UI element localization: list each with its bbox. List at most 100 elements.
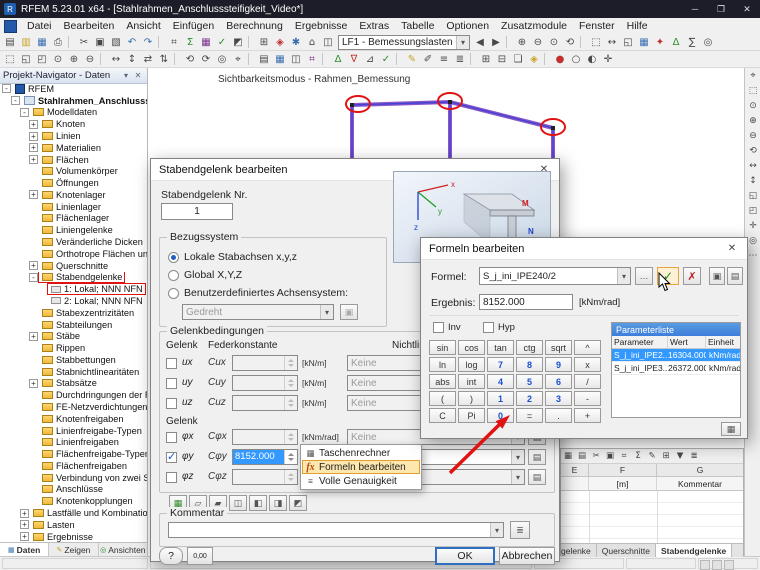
tree-item[interactable]: Verbindung von zwei Stäben — [0, 472, 147, 484]
units-settings-button[interactable]: 0,00 — [187, 547, 213, 565]
toolbar-icon[interactable]: ● — [552, 52, 568, 67]
calc-key[interactable]: cos — [458, 340, 485, 355]
toolbar-icon[interactable]: ❏ — [510, 52, 526, 67]
calc-key[interactable]: int — [458, 374, 485, 389]
tree-expander[interactable]: + — [20, 508, 29, 518]
tree-item[interactable]: FE-Netzverdichtungen — [0, 401, 147, 413]
parameter-row[interactable]: S_j_ini_IPE2... 16304.000 kNm/rad — [612, 349, 740, 362]
toolbar-icon[interactable]: ◩ — [230, 35, 246, 50]
cancel-button[interactable]: Abbrechen — [499, 547, 555, 565]
toolbar-icon[interactable]: ▦ — [561, 450, 575, 463]
calc-key[interactable]: - — [574, 391, 601, 406]
navigator-tab[interactable]: ✎ Zeigen — [49, 543, 99, 556]
tree-expander[interactable] — [29, 202, 38, 211]
tree-item[interactable]: Liniengelenke — [0, 224, 147, 236]
tree-expander[interactable] — [29, 438, 38, 447]
calc-key[interactable]: 1 — [487, 391, 514, 406]
toolbar-icon[interactable]: ▤ — [256, 52, 272, 67]
calc-key[interactable]: abs — [429, 374, 456, 389]
window-control-icon[interactable]: ❐ — [708, 0, 734, 18]
toolbar-icon[interactable]: ⊕ — [746, 113, 760, 128]
edit-parameters-button[interactable]: ▦ — [721, 422, 741, 436]
menu-item[interactable]: Bearbeiten — [58, 18, 121, 34]
tree-expander[interactable]: + — [29, 378, 38, 388]
toolbar-icon[interactable]: ▤ — [575, 450, 589, 463]
toolbar-icon[interactable]: ⊞ — [659, 450, 673, 463]
tree-expander[interactable] — [29, 391, 38, 400]
tree-item[interactable]: Linienfreigabe-Typen — [0, 425, 147, 437]
toolbar-icon[interactable] — [544, 53, 550, 65]
tree-item[interactable]: Flächenlager — [0, 213, 147, 225]
toolbar-icon[interactable]: ▣ — [603, 450, 617, 463]
toolbar-icon[interactable]: ↶ — [124, 35, 140, 50]
tree-expander[interactable]: + — [29, 331, 38, 341]
toolbar-icon[interactable]: ▥ — [18, 35, 34, 50]
comment-select[interactable] — [168, 522, 504, 538]
toolbar-icon[interactable]: ≣ — [687, 450, 701, 463]
toolbar-icon[interactable]: ▼ — [673, 450, 687, 463]
tree-item[interactable]: - Modelldaten — [0, 107, 147, 119]
calc-key[interactable]: 6 — [545, 374, 572, 389]
toolbar-icon[interactable]: ⎙ — [50, 35, 66, 50]
hyp-checkbox[interactable]: Hyp — [483, 322, 515, 333]
hinge-dof-checkbox[interactable] — [166, 398, 177, 409]
toolbar-icon[interactable] — [580, 36, 586, 48]
spring-constant-field[interactable]: 8152.000 — [232, 449, 298, 465]
spring-constant-field[interactable] — [232, 355, 298, 371]
toolbar-icon[interactable]: ⟲ — [182, 52, 198, 67]
toolbar-icon[interactable] — [322, 53, 328, 65]
comment-edit-button[interactable]: ≣ — [510, 521, 530, 539]
toolbar-icon[interactable]: ⌗ — [617, 450, 631, 463]
toolbar-icon[interactable]: ⌖ — [230, 52, 246, 67]
tree-expander[interactable] — [29, 450, 38, 459]
calc-key[interactable]: = — [516, 408, 543, 423]
toolbar-icon[interactable]: ⊟ — [494, 52, 510, 67]
toolbar-icon[interactable]: ⇅ — [156, 52, 172, 67]
toolbar-icon[interactable]: ⌂ — [304, 35, 320, 50]
calc-key[interactable]: Pi — [458, 408, 485, 423]
tree-item[interactable]: - RFEM — [0, 83, 147, 95]
toolbar-icon[interactable]: ⊙ — [50, 52, 66, 67]
tree-expander[interactable] — [29, 238, 38, 247]
tree-expander[interactable] — [29, 179, 38, 188]
toolbar-icon[interactable]: ⌖ — [746, 68, 760, 83]
menu-item[interactable]: Ansicht — [120, 18, 166, 34]
tree-item[interactable]: Durchdringungen der Flächen — [0, 389, 147, 401]
tree-expander[interactable] — [29, 344, 38, 353]
hinge-number-field[interactable]: 1 — [161, 203, 233, 220]
calc-key[interactable]: / — [574, 374, 601, 389]
toolbar-icon[interactable]: ⬚ — [2, 52, 18, 67]
toolbar-icon[interactable]: ↕ — [746, 173, 760, 188]
tree-expander[interactable] — [29, 308, 38, 317]
tree-item[interactable]: + Flächen — [0, 154, 147, 166]
hinge-dof-checkbox[interactable] — [166, 378, 177, 389]
menu-item[interactable]: Fenster — [573, 18, 621, 34]
tree-expander[interactable]: - — [2, 84, 11, 94]
calc-key[interactable]: 9 — [545, 357, 572, 372]
toolbar-icon[interactable]: ⊖ — [530, 35, 546, 50]
menu-item[interactable]: Optionen — [440, 18, 495, 34]
tree-expander[interactable] — [29, 426, 38, 435]
toolbar-icon[interactable] — [100, 53, 106, 65]
menu-item[interactable]: Hilfe — [621, 18, 654, 34]
parameter-row[interactable]: S_j_ini_IPE3... 26372.000 kNm/rad — [612, 362, 740, 375]
calc-key[interactable]: ( — [429, 391, 456, 406]
tree-expander[interactable]: - — [11, 96, 20, 106]
tree-expander[interactable] — [29, 320, 38, 329]
toolbar-icon[interactable]: ↔ — [604, 35, 620, 50]
tree-item[interactable]: Flächenfreigaben — [0, 460, 147, 472]
tree-item[interactable]: + Stabsätze — [0, 378, 147, 390]
context-menu-item[interactable]: fx Formeln bearbeiten — [302, 460, 420, 474]
tree-item[interactable]: Anschlüsse — [0, 484, 147, 496]
reference-system-radio[interactable]: Benutzerdefiniertes Achsensystem: — [168, 284, 382, 302]
toolbar-icon[interactable]: ✦ — [652, 35, 668, 50]
copy-formula-button[interactable]: ▣ — [709, 267, 725, 285]
toolbar-icon[interactable]: ⬚ — [746, 83, 760, 98]
hinge-dof-checkbox[interactable] — [166, 450, 177, 463]
calc-key[interactable]: 0 — [487, 408, 514, 423]
hinge-dof-checkbox[interactable] — [166, 432, 177, 443]
calc-key[interactable]: . — [545, 408, 572, 423]
toolbar-icon[interactable]: ⌗ — [304, 52, 320, 67]
close-icon[interactable]: ✕ — [717, 238, 747, 259]
parameter-column-header[interactable]: Einheit — [706, 336, 740, 348]
